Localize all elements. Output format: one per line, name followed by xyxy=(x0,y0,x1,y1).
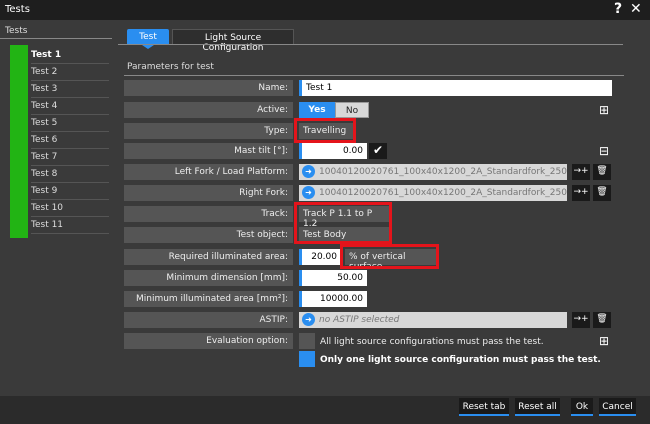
test-list-item[interactable]: Test 6 xyxy=(31,132,109,149)
min-area-label: Minimum illuminated area [mm²]: xyxy=(124,291,293,307)
close-icon[interactable]: ✕ xyxy=(630,1,642,17)
test-list-item[interactable]: Test 9 xyxy=(31,183,109,200)
window-title: Tests xyxy=(5,4,30,15)
test-list-item[interactable]: Test 4 xyxy=(31,98,109,115)
help-icon[interactable]: ? xyxy=(614,1,622,17)
link-arrow-icon: ➜ xyxy=(302,186,315,199)
ok-button[interactable]: Ok xyxy=(571,398,593,416)
divider xyxy=(0,38,112,39)
astip-field[interactable]: no ASTIP selected xyxy=(299,312,567,328)
cancel-button[interactable]: Cancel xyxy=(599,398,636,416)
assign-icon[interactable]: →+ xyxy=(572,312,590,328)
divider xyxy=(124,75,624,76)
assign-icon[interactable]: →+ xyxy=(572,164,590,180)
link-arrow-icon: ➜ xyxy=(302,165,315,178)
radio-all-pass[interactable] xyxy=(299,333,315,349)
radio-one-pass[interactable] xyxy=(299,351,315,367)
astip-label: ASTIP: xyxy=(124,312,293,328)
link-arrow-icon: ➜ xyxy=(302,313,315,326)
active-label: Active: xyxy=(124,102,293,118)
option-one-pass-label[interactable]: Only one light source configuration must… xyxy=(320,355,601,365)
status-bar xyxy=(10,45,28,238)
reset-all-button[interactable]: Reset all xyxy=(515,398,560,416)
name-label: Name: xyxy=(124,80,293,96)
test-list-item[interactable]: Test 3 xyxy=(31,81,109,98)
right-fork-field[interactable]: 10040120020761_100x40x1200_2A_Standardfo… xyxy=(299,185,567,201)
delete-icon[interactable]: 🗑 xyxy=(593,312,611,328)
test-list-item[interactable]: Test 5 xyxy=(31,115,109,132)
mast-tilt-field[interactable]: 0.00 xyxy=(299,143,367,159)
calculator-icon[interactable]: ⊟ xyxy=(596,143,612,159)
test-object-label: Test object: xyxy=(124,227,293,243)
highlight-box xyxy=(294,202,392,244)
delete-icon[interactable]: 🗑 xyxy=(593,185,611,201)
test-list-item[interactable]: Test 8 xyxy=(31,166,109,183)
evaluation-option-label: Evaluation option: xyxy=(124,333,293,349)
section-title: Parameters for test xyxy=(127,62,214,72)
min-area-field[interactable]: 10000.00 xyxy=(299,291,367,307)
type-label: Type: xyxy=(124,123,293,139)
test-list-item[interactable]: Test 10 xyxy=(31,200,109,217)
right-fork-label: Right Fork: xyxy=(124,185,293,201)
hierarchy-icon[interactable]: ⊞ xyxy=(596,102,612,118)
active-no-button[interactable]: No xyxy=(335,102,369,118)
tests-panel-title: Tests xyxy=(5,26,28,36)
tab-test[interactable]: Test xyxy=(127,29,169,49)
active-yes-button[interactable]: Yes xyxy=(299,102,335,118)
left-fork-label: Left Fork / Load Platform: xyxy=(124,164,293,180)
min-dimension-field[interactable]: 50.00 xyxy=(299,270,367,286)
min-dimension-label: Minimum dimension [mm]: xyxy=(124,270,293,286)
highlight-box xyxy=(294,118,356,143)
test-list-item[interactable]: Test 2 xyxy=(31,64,109,81)
left-fork-field[interactable]: 10040120020761_100x40x1200_2A_Standardfo… xyxy=(299,164,567,180)
test-list-item[interactable]: Test 11 xyxy=(31,217,109,234)
test-list-item[interactable]: Test 7 xyxy=(31,149,109,166)
option-all-pass-label[interactable]: All light source configurations must pas… xyxy=(320,337,544,347)
assign-icon[interactable]: →+ xyxy=(572,185,590,201)
divider xyxy=(118,44,623,45)
tab-light-source-configuration[interactable]: Light Source Configuration xyxy=(172,29,294,53)
delete-icon[interactable]: 🗑 xyxy=(593,164,611,180)
hierarchy-icon[interactable]: ⊞ xyxy=(596,333,612,349)
required-area-label: Required illuminated area: xyxy=(124,249,293,265)
required-area-field[interactable]: 20.00 xyxy=(299,249,341,265)
mast-tilt-label: Mast tilt [°]: xyxy=(124,143,293,159)
title-bar: Tests ? ✕ xyxy=(0,0,650,20)
track-label: Track: xyxy=(124,206,293,222)
highlight-box xyxy=(340,244,439,269)
name-field[interactable]: Test 1 xyxy=(299,80,612,96)
reset-tab-button[interactable]: Reset tab xyxy=(459,398,509,416)
test-list-item[interactable]: Test 1 xyxy=(31,47,109,64)
check-icon[interactable]: ✔ xyxy=(369,143,387,159)
